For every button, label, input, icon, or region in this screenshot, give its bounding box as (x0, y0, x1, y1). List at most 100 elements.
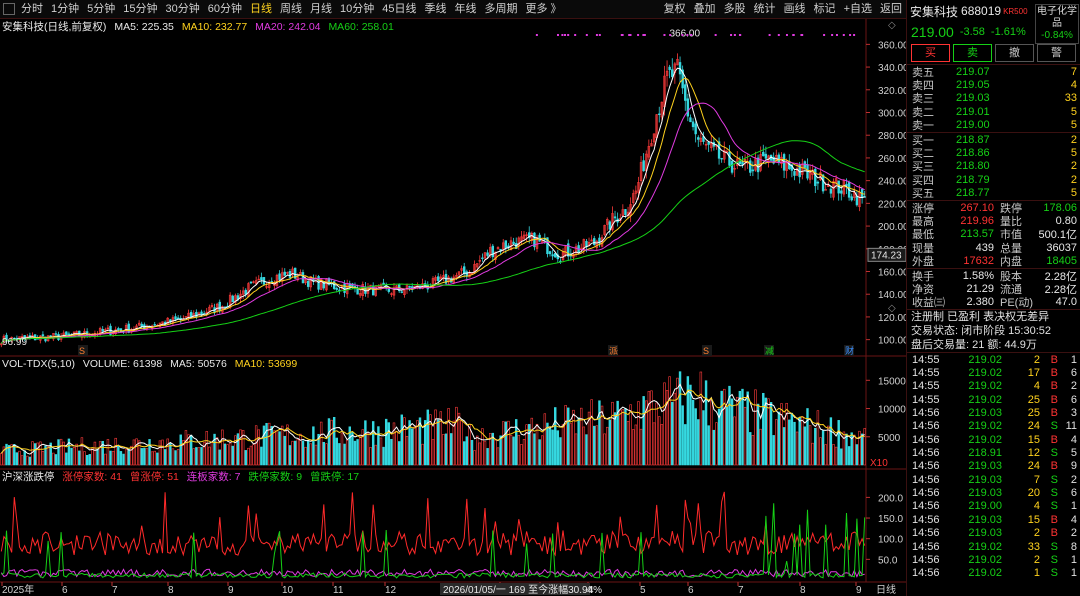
period-label[interactable]: 日线 (876, 583, 896, 596)
period-tab[interactable]: 日线 (246, 0, 276, 19)
tick-time: 14:56 (912, 460, 940, 473)
volume-bar (273, 430, 276, 466)
volume-bar (343, 443, 346, 466)
tick-count: 9 (1070, 460, 1077, 473)
period-tab[interactable]: 60分钟 (204, 0, 246, 19)
volume-bar (148, 439, 151, 466)
volume-bar (356, 439, 359, 466)
toolbar-tool-button[interactable]: 复权 (660, 0, 690, 19)
period-tab[interactable]: 30分钟 (162, 0, 204, 19)
volume-bar (127, 448, 130, 466)
candle-body (689, 117, 692, 123)
event-mark[interactable]: 财 (845, 345, 854, 356)
volume-bar (231, 445, 234, 466)
stat-key: PE(动) (1000, 297, 1033, 310)
toolbar-tool-button[interactable]: 标记 (810, 0, 840, 19)
period-tab[interactable]: 1分钟 (47, 0, 83, 19)
toolbar-tool-button[interactable]: +自选 (840, 0, 876, 19)
event-mark[interactable]: S (79, 346, 85, 356)
volume-bar (23, 450, 26, 466)
bids-row[interactable]: 买五 218.77 5 (907, 187, 1080, 200)
breadth-axis-label: 100.0 (878, 535, 903, 546)
alert-button[interactable]: 警 (1037, 44, 1076, 62)
period-tab[interactable]: 5分钟 (83, 0, 119, 19)
volume-bar (494, 439, 497, 466)
period-tab[interactable]: 周线 (276, 0, 306, 19)
volume-bar (72, 447, 76, 466)
volume-bar (715, 422, 718, 466)
toolbar-tool-button[interactable]: 画线 (780, 0, 810, 19)
toolbar-tool-button[interactable]: 叠加 (690, 0, 720, 19)
volume-bar (624, 408, 627, 466)
x-axis-label: 11 (333, 585, 344, 596)
x-axis-label: 8 (168, 585, 174, 596)
event-mark[interactable]: 减 (765, 345, 774, 356)
candle-body (728, 151, 731, 166)
period-tab[interactable]: 10分钟 (336, 0, 378, 19)
period-tab[interactable]: 45日线 (378, 0, 420, 19)
volume-bar (442, 434, 445, 466)
tick-count: 5 (1070, 447, 1077, 460)
tick-side: B (1050, 407, 1058, 420)
volume-bar (694, 408, 697, 466)
kline-chart-svg[interactable]: 360.00 340.00 320.00 300.00 280.00 260.00 240.… (0, 19, 906, 596)
candle-body (816, 181, 820, 184)
volume-bar (57, 439, 60, 466)
signal-mark (567, 34, 570, 36)
buy-button[interactable]: 买 (911, 44, 950, 62)
period-tab[interactable]: 分时 (17, 0, 47, 19)
candle-body (127, 323, 130, 333)
cancel-order-button[interactable]: 撤 (995, 44, 1034, 62)
volume-bar (546, 422, 549, 466)
kline-chart-area[interactable]: 360.00 340.00 320.00 300.00 280.00 260.00 240.… (0, 19, 906, 596)
toolbar-tool-button[interactable]: 统计 (750, 0, 780, 19)
asks-row[interactable]: 卖一 219.00 5 (907, 119, 1080, 132)
window-corner-icon[interactable] (3, 3, 15, 15)
breadth-axis-label: 50.0 (878, 555, 898, 566)
tick-time: 14:56 (912, 487, 940, 500)
volume-bar (13, 444, 16, 466)
axis-settings-icon[interactable]: ◇ (888, 20, 896, 31)
volume-bar (561, 424, 565, 466)
candle-body (624, 209, 627, 215)
tick-price: 219.02 (968, 553, 1002, 566)
period-tab[interactable]: 月线 (306, 0, 336, 19)
volume-bar (772, 435, 775, 466)
candle-body (671, 69, 674, 77)
period-tab[interactable]: 多周期 (481, 0, 522, 19)
axis-settings-icon[interactable]: ◇ (888, 303, 896, 314)
tick-price: 219.02 (968, 353, 1002, 366)
sector-badge[interactable]: 电子化学 品 -0.84% (1035, 4, 1079, 44)
sell-button[interactable]: 卖 (953, 44, 992, 62)
volume-bar (574, 433, 578, 466)
volume-bar (710, 399, 713, 466)
event-mark[interactable]: 派 (609, 346, 618, 356)
volume-bar (83, 451, 86, 466)
volume-bar (153, 450, 156, 466)
period-tab[interactable]: 15分钟 (119, 0, 161, 19)
trade-info-line: 注册制 已盈利 表决权无差异 (911, 311, 1050, 324)
volume-legend-value: VOLUME: 61398 (82, 358, 163, 370)
signal-mark (637, 34, 640, 36)
volume-bar (257, 429, 260, 466)
volume-bar (416, 420, 419, 466)
toolbar-tool-button[interactable]: 多股 (720, 0, 750, 19)
toolbar-tool-button[interactable]: 返回 (876, 0, 906, 19)
event-mark[interactable]: S (703, 346, 709, 356)
period-tab[interactable]: 年线 (451, 0, 481, 19)
period-tab[interactable]: 季线 (421, 0, 451, 19)
volume-bar (730, 398, 734, 466)
volume-bar (569, 423, 573, 466)
volume-bar (304, 446, 307, 466)
volume-bar (366, 432, 370, 466)
signal-mark (801, 34, 804, 36)
volume-bar (140, 448, 143, 466)
period-tab[interactable]: 更多 》 (522, 0, 566, 19)
volume-bar (746, 391, 749, 466)
volume-bar (603, 433, 606, 466)
volume-bar (239, 429, 242, 466)
volume-bar (504, 421, 508, 466)
bids-price: 218.87 (956, 133, 990, 146)
tick-list[interactable]: 14:55 219.02 2 B 1 14:55 219.02 17 B 6 14:55 219.02… (907, 353, 1080, 580)
price-axis-label: 200.00 (878, 222, 906, 233)
